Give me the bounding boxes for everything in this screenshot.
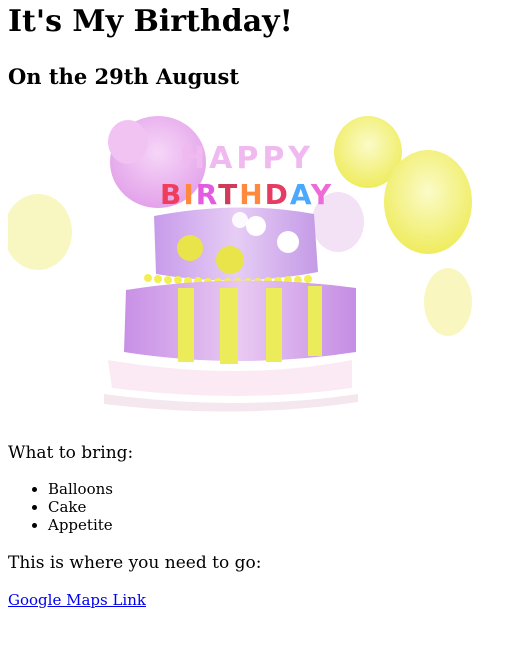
bring-item-balloons: Balloons [48,480,523,498]
bring-list: Balloons Cake Appetite [8,480,523,534]
page-subtitle: On the 29th August [8,64,240,89]
balloon-yellow-left [8,194,72,270]
svg-text:BIRTHDAY: BIRTHDAY [160,178,333,211]
where-heading: This is where you need to go: [8,553,262,573]
bring-heading: What to bring: [8,443,134,463]
cake-plate [104,394,358,412]
birthday-banner: BIRTHDAY [160,178,333,211]
google-maps-link[interactable]: Google Maps Link [8,590,146,610]
happy-banner: HAPPY [180,141,314,176]
page-title: It's My Birthday! [8,4,293,39]
birthday-cake-image: HAPPY BIRTHDAY [8,116,472,412]
bring-item-appetite: Appetite [48,516,523,534]
page-content: It's My Birthday! On the 29th August HAP… [0,0,531,610]
balloon-pink-small [108,120,148,164]
bring-item-cake: Cake [48,498,523,516]
svg-text:HAPPY: HAPPY [180,141,314,176]
cake-base [108,360,352,396]
balloon-yellow-right [384,150,472,254]
balloon-yellow-far-right [424,268,472,336]
